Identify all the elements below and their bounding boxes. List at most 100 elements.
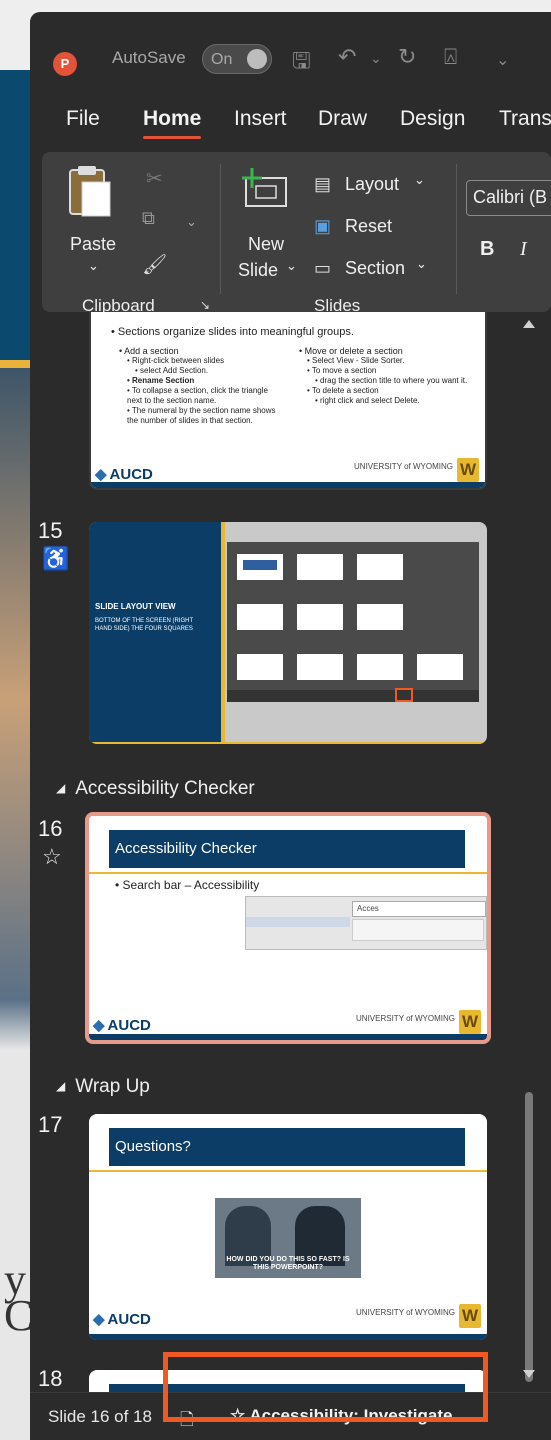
slide14-right-bullet: • Select View - Slide Sorter. [307, 356, 405, 365]
slide16-screenshot: Acces [245, 896, 487, 950]
ribbon-tabs: File Home Insert Draw Design Trans [30, 107, 551, 147]
paste-dropdown-icon[interactable]: ⌄ [88, 258, 99, 274]
scroll-thumb[interactable] [525, 1092, 533, 1382]
paste-label: Paste [70, 234, 117, 254]
mini-search-text: Acces [357, 904, 379, 913]
mini-slide [417, 654, 463, 680]
slide-thumbnail-16[interactable]: Accessibility Checker • Search bar – Acc… [85, 812, 491, 1044]
powerpoint-logo-icon: P [53, 52, 77, 76]
slide-number-17: 17 [38, 1112, 63, 1137]
slide-thumbnail-14[interactable]: • Sections organize slides into meaningf… [89, 312, 487, 490]
slide15-subtitle: BOTTOM OF THE SCREEN (RIGHT HAND SIDE) T… [95, 618, 194, 632]
mini-slide [237, 654, 283, 680]
section-name: Accessibility Checker [75, 778, 255, 799]
slide17-title-bar: Questions? [109, 1128, 465, 1166]
slide15-title-panel: SLIDE LAYOUT VIEW BOTTOM OF THE SCREEN (… [89, 522, 221, 744]
slide16-yellow-line [89, 872, 487, 874]
new-slide-label-2: Slide [238, 260, 279, 280]
ribbon-separator [220, 164, 221, 294]
cut-icon[interactable]: ✂ [146, 166, 163, 191]
vertical-scrollbar[interactable] [523, 312, 535, 1382]
mini-slide [297, 604, 343, 630]
tab-transitions[interactable]: Trans [499, 107, 551, 131]
slide-bottom-rule [89, 1034, 487, 1040]
orange-highlight-box [163, 1352, 488, 1422]
section-header-accessibility[interactable]: ◢ Accessibility Checker [56, 778, 255, 800]
copy-dropdown-icon[interactable]: ⌄ [186, 214, 197, 230]
format-painter-icon[interactable]: 🖌 [142, 252, 167, 277]
wyoming-w-logo-icon: W [457, 458, 479, 482]
slide-counter: Slide 16 of 18 [48, 1407, 152, 1426]
slide-bottom-rule [89, 1334, 487, 1340]
layout-label: Layout [345, 174, 400, 194]
section-label: Section [345, 258, 406, 278]
uw-logo: UNIVERSITY of WYOMING [356, 1014, 455, 1023]
autosave-toggle[interactable]: On [202, 44, 272, 74]
new-slide-dropdown-icon[interactable]: ⌄ [286, 258, 297, 274]
layout-dropdown-icon: ⌄ [414, 172, 425, 187]
mini-slide [357, 654, 403, 680]
tab-home[interactable]: Home [143, 107, 202, 139]
autosave-label: AutoSave [112, 48, 186, 67]
autosave-toggle-state: On [211, 51, 233, 68]
slide14-right-column: • Move or delete a section • Select View… [299, 346, 469, 406]
mini-ribbon [246, 917, 350, 927]
section-header-wrap-up[interactable]: ◢ Wrap Up [56, 1076, 150, 1098]
uw-logo: UNIVERSITY of WYOMING [356, 1308, 455, 1317]
mini-slide [297, 654, 343, 680]
slide14-right-bullet: • To move a section [307, 366, 377, 375]
tab-design[interactable]: Design [400, 107, 465, 131]
slide15-gold-bar [221, 522, 225, 744]
collapse-triangle-icon[interactable]: ◢ [56, 781, 65, 795]
slide14-left-bullet: • Rename Section [127, 376, 195, 385]
tab-draw[interactable]: Draw [318, 107, 367, 131]
mini-slide [357, 604, 403, 630]
mini-highlight [395, 688, 413, 702]
scroll-up-icon[interactable] [523, 320, 535, 328]
accessibility-issue-icon[interactable]: ♿ [42, 546, 69, 572]
slide14-left-bullet: • Right-click between slides [127, 356, 225, 365]
tab-insert[interactable]: Insert [234, 107, 287, 131]
slide16-title: Accessibility Checker [115, 840, 257, 857]
save-icon[interactable]: 🖫 [292, 44, 311, 82]
accessibility-icon[interactable]: ☆ [42, 844, 62, 870]
mini-slide [237, 554, 283, 580]
mini-slide [357, 554, 403, 580]
new-slide-icon [242, 168, 287, 207]
collapse-triangle-icon[interactable]: ◢ [56, 1079, 65, 1093]
uw-logo: UNIVERSITY of WYOMING [354, 462, 453, 471]
font-name-box[interactable]: Calibri (B [466, 180, 551, 216]
ribbon-separator [456, 164, 457, 294]
paste-icon [69, 166, 111, 217]
tab-file[interactable]: File [66, 107, 100, 131]
title-bar: P AutoSave On 🖫 ↶ ⌄ ↻ ⍓ ⌄ [30, 12, 551, 100]
section-icon: ▭ [314, 258, 332, 278]
undo-icon[interactable]: ↶ [338, 44, 356, 70]
present-icon[interactable]: ⍓ [444, 44, 457, 70]
mini-statusbar [227, 690, 479, 702]
italic-button[interactable]: I [520, 238, 527, 261]
slide-thumbnail-17[interactable]: Questions? HOW DID YOU DO THIS SO FAST? … [89, 1114, 487, 1340]
redo-icon[interactable]: ↻ [398, 44, 416, 70]
mini-slide [297, 554, 343, 580]
slide-bottom-line [89, 742, 487, 744]
slide14-right-bullet: • To delete a section [307, 386, 379, 395]
mini-dropdown [352, 919, 484, 941]
bold-button[interactable]: B [480, 238, 494, 261]
wyoming-w-logo-icon: W [459, 1304, 481, 1328]
ribbon-panel: Paste ⌄ ✂ ⧉ ⌄ 🖌 Clipboard ↘ New Slide ⌄ … [42, 152, 551, 315]
clipboard-launcher-icon[interactable]: ↘ [200, 298, 210, 312]
slide-thumbnail-15[interactable]: SLIDE LAYOUT VIEW BOTTOM OF THE SCREEN (… [89, 522, 487, 744]
undo-dropdown-icon[interactable]: ⌄ [370, 50, 382, 67]
powerpoint-window: P AutoSave On 🖫 ↶ ⌄ ↻ ⍓ ⌄ File Home Inse… [30, 12, 551, 1440]
scroll-down-icon[interactable] [523, 1370, 535, 1378]
slide15-title: SLIDE LAYOUT VIEW [95, 602, 176, 611]
slide-number-16: 16 [38, 816, 63, 841]
customize-toolbar-icon[interactable]: ⌄ [496, 50, 509, 70]
slide-thumbnail-pane: • Sections organize slides into meaningf… [30, 312, 551, 1410]
copy-icon[interactable]: ⧉ [142, 208, 155, 229]
aucd-logo: AUCD [93, 1310, 151, 1328]
slide15-screenshot [227, 542, 479, 702]
reset-icon: ▣ [314, 216, 332, 236]
slide17-title: Questions? [115, 1138, 191, 1155]
